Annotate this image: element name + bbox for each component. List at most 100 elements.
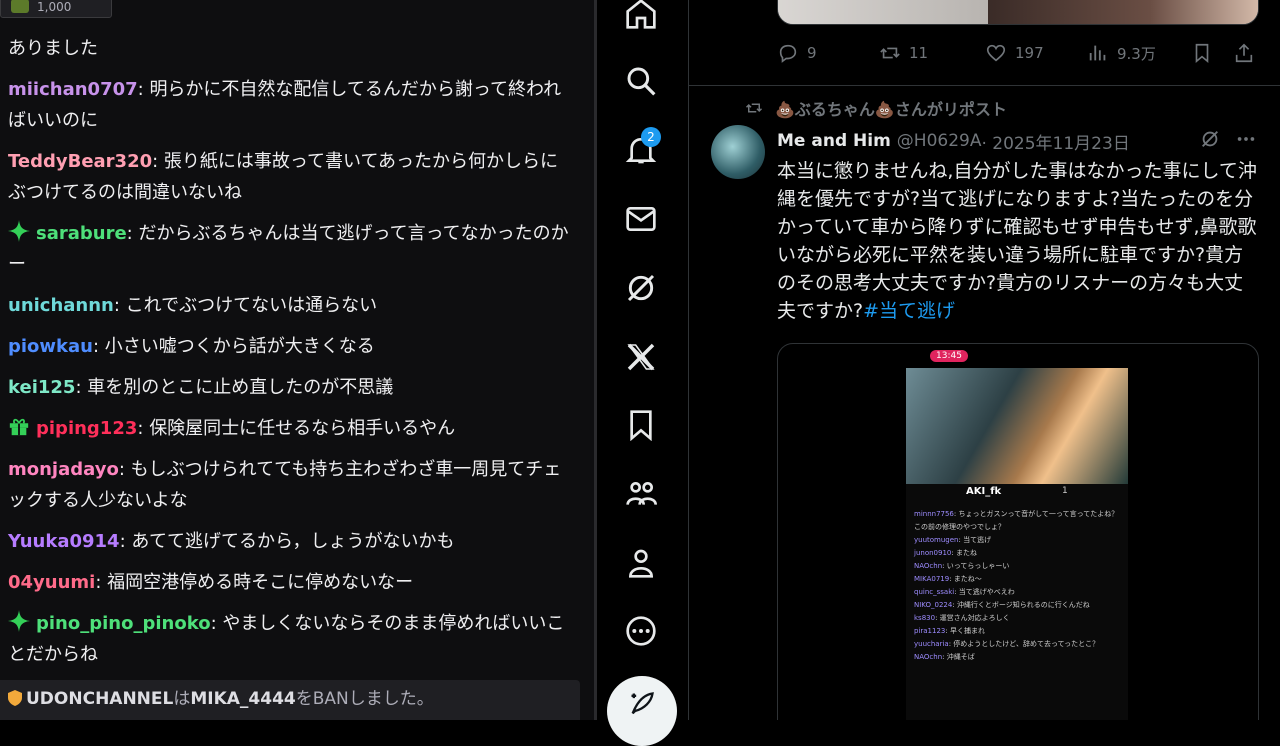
author-handle[interactable]: @H0629A bbox=[897, 131, 982, 151]
tweet-media[interactable]: 13:45 AKI_fk 1 minnn7756: ちょっとガスンって音がして一… bbox=[777, 343, 1259, 720]
chat-username[interactable]: piping123 bbox=[36, 418, 137, 439]
grok-icon[interactable] bbox=[621, 268, 661, 308]
chat-username[interactable]: pino_pino_pinoko bbox=[36, 613, 211, 634]
compose-button[interactable] bbox=[607, 676, 677, 746]
chat-colon: : bbox=[113, 295, 126, 316]
tweet-header-icons bbox=[1199, 128, 1257, 150]
tweet-header: Me and Him @H0629A · 2025年11月23日 bbox=[777, 128, 1257, 154]
sparkle-badge-icon[interactable] bbox=[8, 610, 30, 632]
embedded-chat-user: pira1123 bbox=[914, 627, 946, 635]
reply-button[interactable]: 9 bbox=[777, 42, 817, 64]
chat-message: Yuuka0914: あてて逃げてるから，しょうがないかも bbox=[8, 526, 573, 567]
ban-text-tail: をBANしました。 bbox=[295, 689, 434, 709]
tweet-text: 本当に懲りませんね,自分がした事はなかった事にして沖縄を優先ですが?当て逃げにな… bbox=[777, 157, 1257, 325]
embedded-chat-text: またね～ bbox=[953, 575, 982, 583]
chat-message: miichan0707: 明らかに不自然な配信してるんだから謝って終わればいいの… bbox=[8, 74, 573, 146]
embedded-chat-line: NAOchn: 沖縄そば bbox=[914, 651, 1124, 664]
chat-message: ありました bbox=[8, 33, 573, 74]
embedded-chat: minnn7756: ちょっとガスンって音がして一って言ってたよね？この前の修理… bbox=[914, 508, 1124, 664]
chat-username[interactable]: kei125 bbox=[8, 377, 75, 398]
author-name[interactable]: Me and Him bbox=[777, 131, 891, 151]
previous-tweet-media[interactable] bbox=[777, 0, 1259, 25]
hashtag-link[interactable]: #当て逃げ bbox=[863, 300, 955, 322]
embedded-chat-line: MIKA0719: またね～ bbox=[914, 573, 1124, 586]
prev-media-left bbox=[778, 0, 988, 24]
more-icon[interactable] bbox=[621, 611, 661, 651]
chat-colon: : bbox=[210, 613, 223, 634]
like-button[interactable]: 197 bbox=[985, 42, 1044, 64]
embedded-chat-line: NAOchn: いってらっしゃーい bbox=[914, 560, 1124, 573]
moderator-shield-icon bbox=[8, 690, 22, 706]
gift-badge-icon[interactable] bbox=[8, 415, 30, 437]
communities-icon[interactable] bbox=[621, 474, 661, 514]
phone-statusbar: 13:45 bbox=[906, 348, 1128, 366]
chat-text: あてて逃げてるから，しょうがないかも bbox=[131, 531, 455, 552]
sparkle-badge-icon[interactable] bbox=[8, 220, 30, 242]
embedded-chat-user: MIKA0719 bbox=[914, 575, 950, 583]
explore-icon[interactable] bbox=[621, 61, 661, 101]
x-sidebar-nav: 2 bbox=[597, 0, 689, 746]
embedded-chat-line: yuucharia: 停めようとしたけど、辞めて去ってったとこ？ bbox=[914, 638, 1124, 651]
avatar[interactable] bbox=[711, 125, 765, 179]
chat-username[interactable]: unichannn bbox=[8, 295, 114, 316]
timeline: 9 11 197 9.3万 💩ぶるちゃん💩さんがリポスト Me and Him … bbox=[689, 0, 1280, 720]
repost-by-text: 💩ぶるちゃん💩さんがリポスト bbox=[775, 100, 1007, 119]
chat-username[interactable]: TeddyBear320 bbox=[8, 151, 152, 172]
phone-screen: AKI_fk 1 minnn7756: ちょっとガスンって音がして一って言ってた… bbox=[906, 368, 1128, 720]
bookmarks-icon[interactable] bbox=[621, 405, 661, 445]
badge-emblem-icon bbox=[11, 0, 29, 13]
chat-username[interactable]: piowkau bbox=[8, 336, 93, 357]
chat-message: piowkau: 小さい嘘つくから話が大きくなる bbox=[8, 331, 573, 372]
views-icon bbox=[1089, 45, 1106, 61]
like-count: 197 bbox=[1015, 44, 1044, 62]
home-icon[interactable] bbox=[621, 0, 661, 34]
chat-colon: : bbox=[137, 79, 150, 100]
chat-colon: : bbox=[119, 531, 132, 552]
ban-moderator[interactable]: UDONCHANNEL bbox=[26, 689, 173, 709]
embedded-chat-user: NAOchn bbox=[914, 653, 943, 661]
bookmark-button[interactable] bbox=[1191, 42, 1221, 64]
embedded-chat-user: minnn7756 bbox=[914, 510, 954, 518]
embedded-chat-user: junon0910 bbox=[914, 549, 952, 557]
chat-message: 04yuumi: 福岡空港停める時そこに停めないなー bbox=[8, 567, 573, 608]
chat-message: monjadayo: もしぶつけられてても持ち主わざわざ車一周見てチェックする人… bbox=[8, 454, 573, 526]
chat-text: これでぶつけてないは通らない bbox=[125, 295, 378, 316]
profile-icon[interactable] bbox=[621, 543, 661, 583]
messages-icon[interactable] bbox=[621, 199, 661, 239]
grok-icon[interactable] bbox=[1199, 128, 1221, 150]
tweet-date[interactable]: · 2025年11月23日 bbox=[981, 129, 1129, 154]
repost-indicator[interactable]: 💩ぶるちゃん💩さんがリポスト bbox=[745, 96, 1007, 120]
ban-notice: UDONCHANNELはMIKA_4444をBANしました。 bbox=[0, 680, 580, 720]
chat-username[interactable]: monjadayo bbox=[8, 459, 119, 480]
heart-icon bbox=[986, 44, 1006, 62]
embedded-chat-user: yuucharia bbox=[914, 640, 949, 648]
chat-message: pino_pino_pinoko: やましくないならそのまま停めればいいことだか… bbox=[8, 608, 573, 680]
chat-username[interactable]: sarabure bbox=[36, 223, 127, 244]
embedded-chat-text: またね bbox=[955, 549, 977, 557]
chat-text: ありました bbox=[8, 38, 98, 59]
chat-message: piping123: 保険屋同士に任せるなら相手いるやん bbox=[8, 413, 573, 454]
streamer-name: AKI_fk bbox=[966, 486, 1002, 497]
ban-target[interactable]: MIKA_4444 bbox=[190, 689, 295, 709]
more-options-icon[interactable] bbox=[1235, 128, 1257, 150]
chat-message: TeddyBear320: 張り紙には事故って書いてあったから何かしらにぶつけて… bbox=[8, 146, 573, 218]
reply-icon bbox=[779, 44, 797, 63]
embedded-chat-text: 停めようとしたけど、辞めて去ってったとこ？ bbox=[953, 640, 1100, 648]
chat-username[interactable]: Yuuka0914 bbox=[8, 531, 120, 552]
tweet-body: 本当に懲りませんね,自分がした事はなかった事にして沖縄を優先ですが?当て逃げにな… bbox=[777, 160, 1257, 322]
chat-top-badge: 1,000 bbox=[0, 0, 112, 18]
embedded-chat-user: NAOchn bbox=[914, 562, 943, 570]
views-button[interactable]: 9.3万 bbox=[1087, 42, 1156, 64]
x-premium-icon[interactable] bbox=[621, 337, 661, 377]
embedded-chat-user: ks830 bbox=[914, 614, 936, 622]
chat-colon: : bbox=[118, 459, 131, 480]
chat-top-badge-count: 1,000 bbox=[37, 0, 72, 14]
notification-count-badge: 2 bbox=[641, 127, 661, 147]
prev-media-right bbox=[988, 0, 1258, 24]
chat-username[interactable]: miichan0707 bbox=[8, 79, 138, 100]
views-count: 9.3万 bbox=[1117, 44, 1156, 63]
repost-button[interactable]: 11 bbox=[879, 42, 928, 64]
chat-username[interactable]: 04yuumi bbox=[8, 572, 95, 593]
chat-text: 福岡空港停める時そこに停めないなー bbox=[107, 572, 414, 593]
share-button[interactable] bbox=[1233, 42, 1263, 64]
